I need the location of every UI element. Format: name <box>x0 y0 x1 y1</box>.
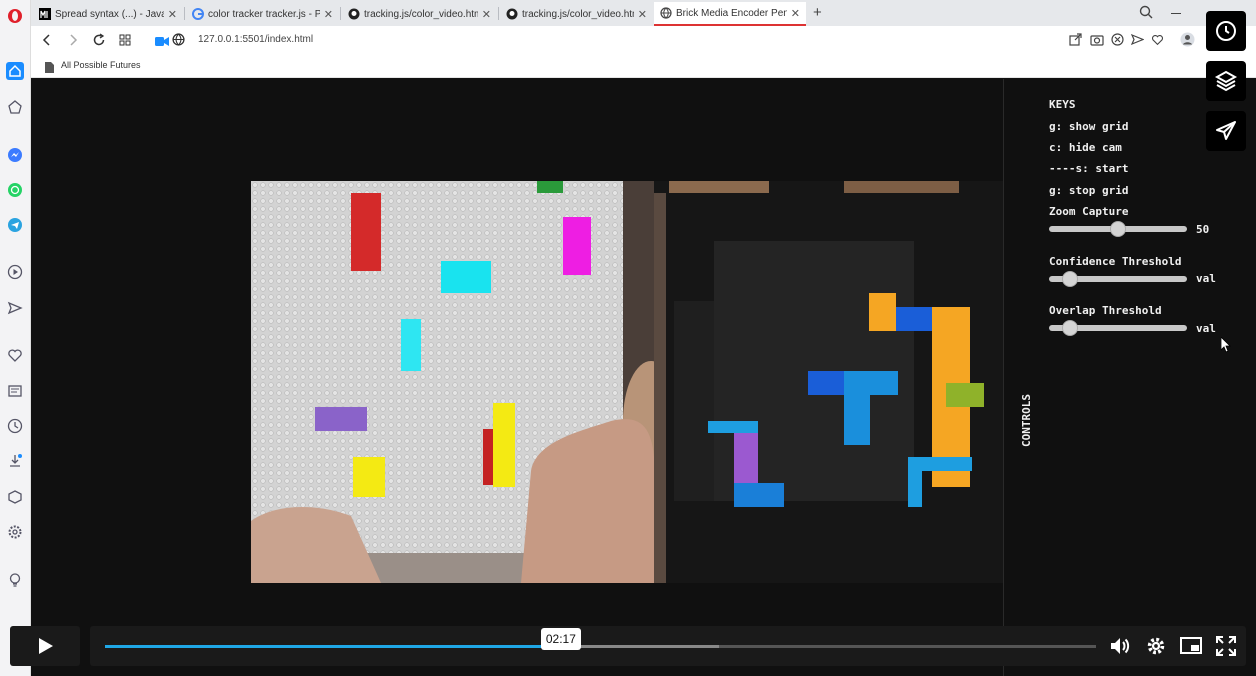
google-icon <box>192 8 204 20</box>
forward-icon[interactable] <box>67 33 79 52</box>
close-icon[interactable]: ✕ <box>482 8 491 21</box>
confidence-threshold-label: Confidence Threshold <box>1049 255 1182 268</box>
news-icon[interactable] <box>6 382 24 400</box>
settings-gear-icon[interactable] <box>1144 634 1168 658</box>
minimize-icon[interactable] <box>1171 13 1181 14</box>
clock-icon <box>1216 21 1236 41</box>
snapshot-camera-icon[interactable] <box>1090 33 1104 51</box>
camera-in-use-icon[interactable] <box>155 34 169 52</box>
paper-plane-icon <box>1216 121 1236 140</box>
settings-icon[interactable] <box>6 523 24 541</box>
reload-icon[interactable] <box>92 33 106 52</box>
controls-vertical-tab[interactable]: CONTROLS <box>1020 394 1033 447</box>
github-icon <box>348 8 360 20</box>
speed-dial-icon[interactable] <box>6 98 24 116</box>
overlap-threshold-label: Overlap Threshold <box>1049 304 1162 317</box>
tab-label: tracking.js/color_video.htm <box>364 8 478 20</box>
mdn-icon <box>39 8 51 20</box>
document-icon <box>45 60 54 78</box>
flow-send-icon[interactable] <box>1130 33 1145 51</box>
search-tabs-icon[interactable] <box>1139 5 1153 24</box>
key-hint: c: hide cam <box>1049 141 1122 154</box>
tab-label: color tracker tracker.js - Pe <box>208 8 320 20</box>
slider-thumb[interactable] <box>1061 320 1078 336</box>
confidence-threshold-value: val <box>1196 272 1216 285</box>
keys-title: KEYS <box>1049 98 1076 111</box>
overlap-threshold-slider[interactable] <box>1049 320 1187 336</box>
key-hint: ----s: start <box>1049 162 1129 175</box>
extensions-icon[interactable] <box>6 488 24 506</box>
send-button[interactable] <box>1206 111 1246 151</box>
controls-panel: KEYS g: show grid c: hide cam ----s: sta… <box>1003 79 1256 676</box>
new-tab-plus-icon[interactable]: + <box>813 4 822 21</box>
close-icon[interactable]: ✕ <box>324 8 333 21</box>
adblock-icon[interactable] <box>1111 33 1124 51</box>
seek-played <box>105 645 561 648</box>
zoom-capture-slider[interactable] <box>1049 221 1187 237</box>
overlap-threshold-value: val <box>1196 322 1216 335</box>
site-info-globe-icon[interactable] <box>172 33 185 51</box>
history-icon[interactable] <box>6 417 24 435</box>
player-icon[interactable] <box>6 263 24 281</box>
close-icon[interactable]: ✕ <box>791 7 800 20</box>
zoom-capture-label: Zoom Capture <box>1049 205 1129 218</box>
url-field[interactable]: 127.0.0.1:5501/index.html <box>198 34 313 45</box>
tab-1[interactable]: color tracker tracker.js - Pe ✕ <box>186 2 339 26</box>
webcam-scene-image <box>251 181 655 583</box>
close-icon[interactable]: ✕ <box>638 8 647 21</box>
tab-2[interactable]: tracking.js/color_video.htm ✕ <box>342 2 497 26</box>
volume-icon[interactable] <box>1108 634 1132 658</box>
picture-in-picture-icon[interactable] <box>1179 634 1203 658</box>
bookmark-item[interactable]: All Possible Futures <box>61 60 141 70</box>
slider-thumb[interactable] <box>1110 221 1126 237</box>
address-toolbar: 127.0.0.1:5501/index.html <box>31 26 1256 54</box>
tab-label: Spread syntax (...) - JavaScr <box>55 8 164 20</box>
opera-sidebar <box>0 0 31 676</box>
layers-icon <box>1214 70 1238 92</box>
whatsapp-icon[interactable] <box>6 181 24 199</box>
web-page-content: KEYS g: show grid c: hide cam ----s: sta… <box>31 79 1256 676</box>
video-player-controls: 02:17 <box>10 626 1246 666</box>
seek-bar[interactable]: 02:17 <box>105 628 1096 650</box>
send-icon[interactable] <box>6 299 24 317</box>
github-icon <box>506 8 518 20</box>
tab-label: Brick Media Encoder Penc <box>676 7 787 19</box>
tab-3[interactable]: tracking.js/color_video.htm ✕ <box>500 2 653 26</box>
fullscreen-icon[interactable] <box>1214 634 1238 658</box>
browser-window: Spread syntax (...) - JavaScr ✕ color tr… <box>0 0 1256 676</box>
home-icon[interactable] <box>6 62 24 80</box>
bookmarks-bar: All Possible Futures <box>31 54 1256 78</box>
key-hint: g: stop grid <box>1049 184 1129 197</box>
clock-history-button[interactable] <box>1206 11 1246 51</box>
play-icon <box>39 638 53 654</box>
telegram-icon[interactable] <box>6 216 24 234</box>
time-tooltip: 02:17 <box>540 628 581 650</box>
heart-icon[interactable] <box>6 346 24 364</box>
tab-0[interactable]: Spread syntax (...) - JavaScr ✕ <box>33 2 183 26</box>
share-icon[interactable] <box>1069 33 1082 51</box>
play-button[interactable] <box>10 626 80 666</box>
profile-avatar-icon[interactable] <box>1180 32 1195 52</box>
pixel-grid-image <box>654 181 1004 583</box>
key-hint: g: show grid <box>1049 120 1129 133</box>
opera-logo-icon[interactable] <box>6 7 24 25</box>
slider-thumb[interactable] <box>1061 271 1078 287</box>
tab-label: tracking.js/color_video.htm <box>522 8 634 20</box>
confidence-threshold-slider[interactable] <box>1049 271 1187 287</box>
mouse-cursor-icon <box>1220 336 1231 358</box>
webcam-feed <box>251 181 655 583</box>
pixelated-brick-grid <box>654 181 1004 583</box>
zoom-capture-value: 50 <box>1196 223 1210 236</box>
globe-icon <box>660 7 672 19</box>
layers-button[interactable] <box>1206 61 1246 101</box>
downloads-icon[interactable] <box>6 452 24 470</box>
tab-4-active[interactable]: Brick Media Encoder Penc ✕ <box>654 2 806 26</box>
bookmark-heart-icon[interactable] <box>1151 33 1164 51</box>
messenger-icon[interactable] <box>6 146 24 164</box>
tips-lightbulb-icon[interactable] <box>6 571 24 589</box>
tab-grid-icon[interactable] <box>119 33 131 51</box>
back-icon[interactable] <box>41 33 53 52</box>
close-icon[interactable]: ✕ <box>168 8 177 21</box>
tab-strip: Spread syntax (...) - JavaScr ✕ color tr… <box>31 0 1256 26</box>
